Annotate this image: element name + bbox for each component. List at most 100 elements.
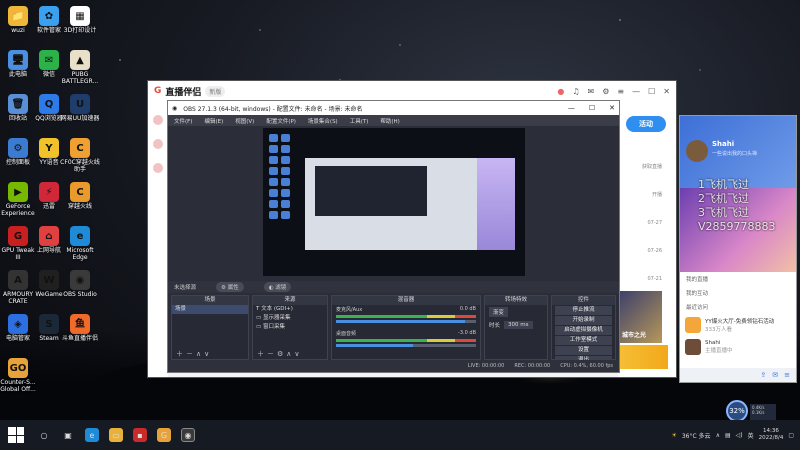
- avatar[interactable]: [686, 140, 708, 162]
- side-dot-icon[interactable]: [153, 115, 163, 125]
- minimize-icon[interactable]: —: [568, 104, 575, 112]
- section-label[interactable]: 我的直播: [680, 272, 796, 286]
- settings-icon[interactable]: ⚙: [602, 87, 609, 96]
- app-icon: ▦: [70, 6, 90, 26]
- edge-icon[interactable]: e: [85, 428, 99, 442]
- controls-dock: 控件 停止推流开始录制启动虚拟摄像机工作室模式设置退出: [551, 295, 616, 365]
- scene-item[interactable]: 场景: [172, 305, 248, 314]
- tray-chevron-icon[interactable]: ∧: [716, 432, 720, 439]
- side-dot-icon[interactable]: [153, 139, 163, 149]
- side-label[interactable]: 07-26: [642, 237, 662, 265]
- cpu-usage-widget[interactable]: 32%: [726, 400, 748, 422]
- volume-slider[interactable]: [336, 320, 476, 323]
- section-label[interactable]: 我的互动: [680, 286, 796, 300]
- menu-item[interactable]: 文件(F): [174, 117, 192, 125]
- input-language[interactable]: 英: [748, 431, 754, 440]
- duration-input[interactable]: 300 ms: [504, 321, 533, 329]
- side-label[interactable]: 获取直播: [642, 153, 662, 181]
- volume-icon[interactable]: ◁): [736, 432, 743, 439]
- transition-type-select[interactable]: 渐变: [489, 307, 509, 317]
- zhibo-taskbar-icon[interactable]: G: [157, 428, 171, 442]
- clock[interactable]: 14:36 2022/8/4: [759, 428, 784, 442]
- desktop-icon[interactable]: ▦ 3D打印设计: [60, 6, 100, 34]
- app-icon: ✉: [39, 50, 59, 70]
- volume-slider[interactable]: [336, 344, 476, 347]
- menu-item[interactable]: 帮助(H): [380, 117, 399, 125]
- desktop-icon[interactable]: e Microsoft Edge: [60, 226, 100, 261]
- menu-item[interactable]: 场景集合(S): [308, 117, 338, 125]
- status-item: CPU: 0.4%, 60.00 fps: [560, 363, 613, 369]
- properties-button[interactable]: ⚙ 属性: [216, 282, 244, 292]
- source-item[interactable]: T 文本 (GDI+): [253, 305, 327, 314]
- list-item[interactable]: YY爆火大厅-免费领钻石活动 333万人看: [680, 314, 796, 336]
- control-button[interactable]: 停止推流: [555, 306, 612, 315]
- task-view-icon[interactable]: ▣: [61, 428, 75, 442]
- control-button[interactable]: 启动虚拟摄像机: [555, 326, 612, 335]
- app-icon: S: [39, 314, 59, 334]
- side-dot-icon[interactable]: [153, 163, 163, 173]
- control-button[interactable]: 工作室模式: [555, 336, 612, 345]
- menu-item[interactable]: 配置文件(P): [266, 117, 296, 125]
- section-label[interactable]: 最近访问: [680, 300, 796, 314]
- obs-titlebar: ◉ OBS 27.1.3 (64-bit, windows) - 配置文件: 未…: [168, 101, 619, 115]
- notification-icon[interactable]: ▢: [788, 432, 794, 439]
- desktop-icon[interactable]: ◉ OBS Studio: [60, 270, 100, 298]
- maximize-icon[interactable]: ☐: [589, 104, 595, 112]
- minimize-icon[interactable]: —: [632, 87, 640, 96]
- file-explorer-icon[interactable]: ▭: [109, 428, 123, 442]
- list-item-title: YY爆火大厅-免费领钻石活动: [705, 319, 775, 325]
- message-icon[interactable]: ✉: [772, 371, 778, 379]
- desktop-icon[interactable]: GO Counter-S... Global Off...: [0, 358, 38, 393]
- source-item[interactable]: ▭ 显示器采集: [253, 314, 327, 323]
- menu-icon[interactable]: ≡: [784, 371, 790, 379]
- window-icon: ▭: [256, 324, 263, 330]
- desktop-icon[interactable]: C CF0C穿越火线助手: [60, 138, 100, 173]
- maximize-icon[interactable]: ☐: [648, 87, 655, 96]
- desktop-icon[interactable]: 鱼斗鱼直播伴侣: [60, 314, 100, 342]
- control-button[interactable]: 设置: [555, 346, 612, 355]
- transition-type-row[interactable]: 渐变: [485, 305, 547, 319]
- controls-buttons: 停止推流开始录制启动虚拟摄像机工作室模式设置退出: [552, 306, 615, 365]
- menu-item[interactable]: 工具(T): [350, 117, 369, 125]
- menu-icon[interactable]: ≡: [617, 87, 624, 96]
- headset-icon[interactable]: ♫: [572, 87, 579, 96]
- overlay-line: 1飞机飞过: [698, 178, 749, 191]
- menu-item[interactable]: 视图(V): [235, 117, 254, 125]
- activity-button[interactable]: 活动: [626, 116, 666, 132]
- filters-button[interactable]: ◐ 滤镜: [263, 282, 292, 292]
- side-label[interactable]: 07-27: [642, 209, 662, 237]
- mixer-dock-header: 混音器: [332, 296, 480, 305]
- menu-item[interactable]: 编辑(E): [204, 117, 223, 125]
- zhibo-version-badge[interactable]: 新版: [205, 85, 226, 97]
- search-icon[interactable]: ○: [37, 428, 51, 442]
- share-icon[interactable]: ⇪: [760, 371, 766, 379]
- start-button[interactable]: [8, 427, 24, 443]
- transitions-dock-header: 转场特效: [485, 296, 547, 305]
- control-button[interactable]: 开始录制: [555, 316, 612, 325]
- avatar-icon[interactable]: ●: [557, 87, 564, 96]
- network-icon[interactable]: ▤: [725, 432, 731, 439]
- source-item[interactable]: ▭ 窗口采集: [253, 323, 327, 332]
- message-icon[interactable]: ✉: [588, 87, 595, 96]
- desktop-icon[interactable]: ▲ PUBG BATTLEGR...: [60, 50, 100, 85]
- scenes-dock-toolbar[interactable]: ＋－∧∨: [172, 350, 248, 359]
- app-icon: W: [39, 270, 59, 290]
- weather-text[interactable]: 36°C 多云: [682, 431, 711, 440]
- desktop-icon[interactable]: U 网易UU加速器: [60, 94, 100, 122]
- close-icon[interactable]: ✕: [663, 87, 670, 96]
- desktop-icon[interactable]: C 穿越火线: [60, 182, 100, 210]
- chat-list: 我的直播 我的互动 最近访问 YY爆火大厅-免费领钻石活动 333万人看 Shahi…: [680, 272, 796, 358]
- list-item[interactable]: Shahi 主播直播中: [680, 336, 796, 358]
- chat-panel[interactable]: Shahi 一些说出我的口头禅 1飞机飞过 2飞机飞过 3飞机飞过 V28597788…: [679, 115, 797, 383]
- obs-taskbar-icon[interactable]: ◉: [181, 428, 195, 442]
- side-label[interactable]: 开播: [642, 181, 662, 209]
- obs-preview[interactable]: [263, 128, 525, 276]
- app-icon[interactable]: ▪: [133, 428, 147, 442]
- side-label[interactable]: 07-21: [642, 265, 662, 293]
- close-icon[interactable]: ✕: [609, 104, 615, 112]
- app-icon: 📁: [8, 6, 28, 26]
- game-banner[interactable]: 城市之光: [618, 291, 662, 343]
- obs-window[interactable]: ◉ OBS 27.1.3 (64-bit, windows) - 配置文件: 未…: [167, 100, 620, 373]
- preview-desktop-icons: [269, 134, 295, 219]
- sources-dock-toolbar[interactable]: ＋－⚙∧∨: [253, 350, 327, 359]
